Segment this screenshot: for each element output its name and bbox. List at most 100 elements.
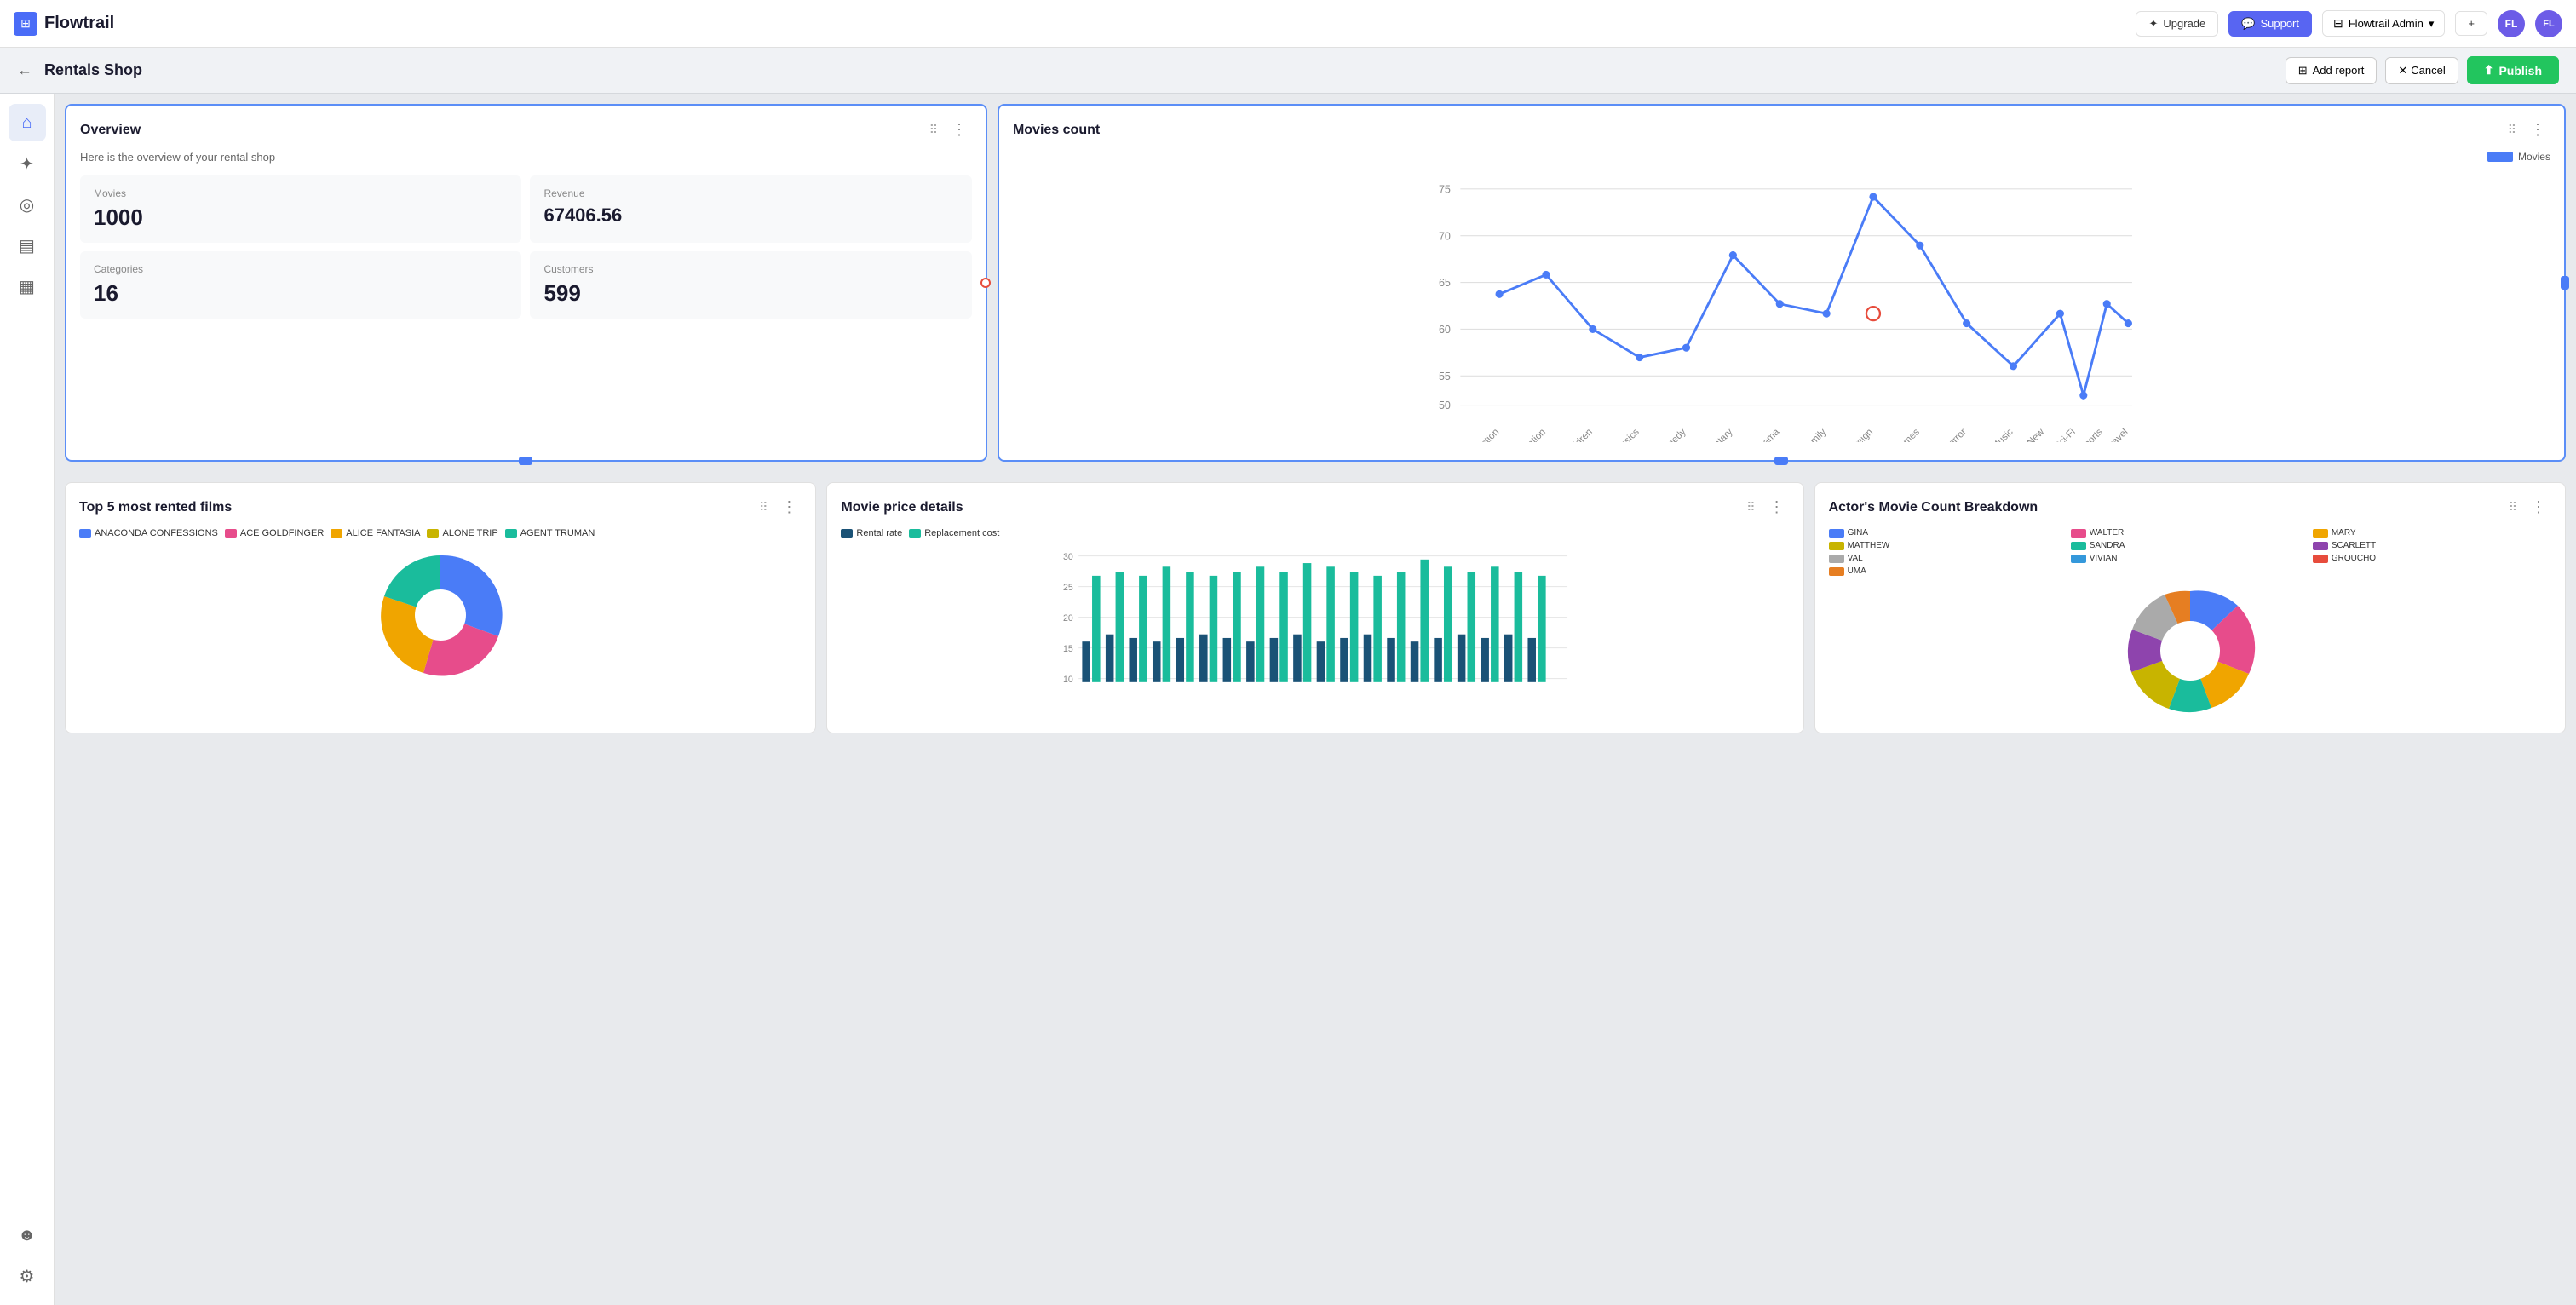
price-details-card: Movie price details ⠿ ⋮ Rental rate Repl… <box>826 482 1803 733</box>
svg-text:Games: Games <box>1892 427 1922 442</box>
stat-categories-label: Categories <box>94 263 508 275</box>
actors-legend: GINA WALTER MARY MATTHEW <box>1829 528 2551 576</box>
drag-handle-5[interactable]: ⠿ <box>2509 500 2519 515</box>
legend-anaconda: ANACONDA CONFESSIONS <box>79 528 218 538</box>
legend-alice-color <box>331 529 342 538</box>
legend-mary: MARY <box>2313 528 2551 538</box>
stat-revenue: Revenue 67406.56 <box>530 175 971 243</box>
stat-revenue-label: Revenue <box>543 187 957 199</box>
sub-header-left: ← Rentals Shop <box>14 58 142 83</box>
sub-header-right: ⊞ Add report ✕ Cancel ⬆ Publish <box>2286 56 2559 84</box>
stat-customers-value: 599 <box>543 280 957 307</box>
top5-pie-chart <box>372 547 509 683</box>
resize-handle-bottom[interactable] <box>519 457 532 465</box>
top5-menu[interactable]: ⋮ <box>776 497 802 518</box>
legend-replacement: Replacement cost <box>909 528 999 538</box>
legend-val: VAL <box>1829 554 2067 563</box>
svg-text:70: 70 <box>1439 230 1451 242</box>
legend-groucho: GROUCHO <box>2313 554 2551 563</box>
svg-text:New: New <box>2026 427 2047 442</box>
price-legend: Rental rate Replacement cost <box>841 528 1789 538</box>
svg-text:Travel: Travel <box>2104 427 2130 442</box>
stat-revenue-value: 67406.56 <box>543 204 957 227</box>
overview-title: Overview <box>80 123 141 138</box>
add-report-icon: ⊞ <box>2298 64 2308 78</box>
add-report-button[interactable]: ⊞ Add report <box>2286 57 2378 84</box>
legend-alone: ALONE TRIP <box>427 528 497 538</box>
resize-handle-right[interactable] <box>980 278 991 288</box>
drag-handle-2[interactable]: ⠿ <box>2508 123 2518 137</box>
user-badge[interactable]: FL <box>2535 10 2562 37</box>
legend-walter: WALTER <box>2071 528 2309 538</box>
main-layout: ⌂ ✦ ◎ ▤ ▦ ☻ ⚙ Overview ⠿ ⋮ Here is the o… <box>0 94 2576 1305</box>
sidebar-item-ai[interactable]: ☻ <box>9 1216 46 1254</box>
sidebar-item-settings[interactable]: ⚙ <box>9 1257 46 1295</box>
overview-description: Here is the overview of your rental shop <box>80 151 972 164</box>
svg-text:Animation: Animation <box>1510 427 1548 442</box>
logo-icon: ⊞ <box>14 12 37 36</box>
actors-menu[interactable]: ⋮ <box>2526 497 2551 518</box>
sidebar-item-rocket[interactable]: ✦ <box>9 145 46 182</box>
upgrade-button[interactable]: ✦ Upgrade <box>2136 11 2218 37</box>
plus-button[interactable]: + <box>2455 11 2487 36</box>
legend-alice: ALICE FANTASIA <box>331 528 420 538</box>
price-menu[interactable]: ⋮ <box>1764 497 1790 518</box>
movies-legend-color <box>2487 152 2513 162</box>
publish-icon: ⬆ <box>2484 63 2494 78</box>
movies-count-menu[interactable]: ⋮ <box>2525 119 2550 141</box>
svg-text:75: 75 <box>1439 183 1451 195</box>
stat-movies-label: Movies <box>94 187 508 199</box>
back-button[interactable]: ← <box>14 58 36 83</box>
drag-handle-4[interactable]: ⠿ <box>1746 500 1757 515</box>
movies-resize-bottom[interactable] <box>1774 457 1788 465</box>
svg-text:60: 60 <box>1439 324 1451 336</box>
cancel-button[interactable]: ✕ Cancel <box>2385 57 2458 84</box>
overview-card-header: Overview ⠿ ⋮ <box>80 119 972 141</box>
legend-sandra: SANDRA <box>2071 541 2309 550</box>
overview-card: Overview ⠿ ⋮ Here is the overview of you… <box>65 104 987 462</box>
svg-text:Comedy: Comedy <box>1655 427 1688 442</box>
stat-movies: Movies 1000 <box>80 175 521 243</box>
sidebar-item-reports[interactable]: ▦ <box>9 267 46 305</box>
svg-text:Sci-Fi: Sci-Fi <box>2053 427 2078 442</box>
movies-resize-right[interactable] <box>2561 276 2569 290</box>
movies-legend-label: Movies <box>2518 151 2550 163</box>
legend-scarlett: SCARLETT <box>2313 541 2551 550</box>
svg-text:Drama: Drama <box>1754 427 1782 442</box>
svg-text:Family: Family <box>1801 427 1828 442</box>
sidebar-item-data[interactable]: ◎ <box>9 186 46 223</box>
drag-handle-3[interactable]: ⠿ <box>759 500 769 515</box>
top5-card: Top 5 most rented films ⠿ ⋮ ANACONDA CON… <box>65 482 816 733</box>
publish-button[interactable]: ⬆ Publish <box>2467 56 2559 84</box>
legend-rental: Rental rate <box>841 528 902 538</box>
sidebar-item-charts[interactable]: ▤ <box>9 227 46 264</box>
legend-gina: GINA <box>1829 528 2067 538</box>
legend-vivian: VIVIAN <box>2071 554 2309 563</box>
admin-dropdown[interactable]: ⊟ Flowtrail Admin ▾ <box>2322 10 2445 37</box>
legend-anaconda-color <box>79 529 91 538</box>
sidebar-item-home[interactable]: ⌂ <box>9 104 46 141</box>
legend-matthew: MATTHEW <box>1829 541 2067 550</box>
movies-count-header: Movies count ⠿ ⋮ <box>1013 119 2550 141</box>
svg-text:65: 65 <box>1439 277 1451 289</box>
legend-ace-color <box>225 529 237 538</box>
sidebar: ⌂ ✦ ◎ ▤ ▦ ☻ ⚙ <box>0 94 55 1305</box>
price-header: Movie price details ⠿ ⋮ <box>841 497 1789 518</box>
top5-title: Top 5 most rented films <box>79 500 232 515</box>
top5-header: Top 5 most rented films ⠿ ⋮ <box>79 497 802 518</box>
page-title: Rentals Shop <box>44 61 142 79</box>
drag-handle[interactable]: ⠿ <box>929 123 940 137</box>
svg-text:15: 15 <box>1063 644 1073 654</box>
movies-count-card: Movies count ⠿ ⋮ Movies <box>998 104 2566 462</box>
main-content: Overview ⠿ ⋮ Here is the overview of you… <box>55 94 2576 1305</box>
dashboard-grid: Overview ⠿ ⋮ Here is the overview of you… <box>65 104 2566 472</box>
price-bar-chart: 30 25 20 15 10 <box>841 547 1789 700</box>
svg-text:Action: Action <box>1475 427 1501 442</box>
price-title: Movie price details <box>841 500 963 515</box>
overview-menu-button[interactable]: ⋮ <box>946 119 972 141</box>
app-name: Flowtrail <box>44 14 114 33</box>
stat-categories: Categories 16 <box>80 251 521 319</box>
svg-text:55: 55 <box>1439 371 1451 382</box>
actors-card: Actor's Movie Count Breakdown ⠿ ⋮ GINA W… <box>1814 482 2566 733</box>
support-button[interactable]: 💬 Support <box>2228 11 2312 37</box>
